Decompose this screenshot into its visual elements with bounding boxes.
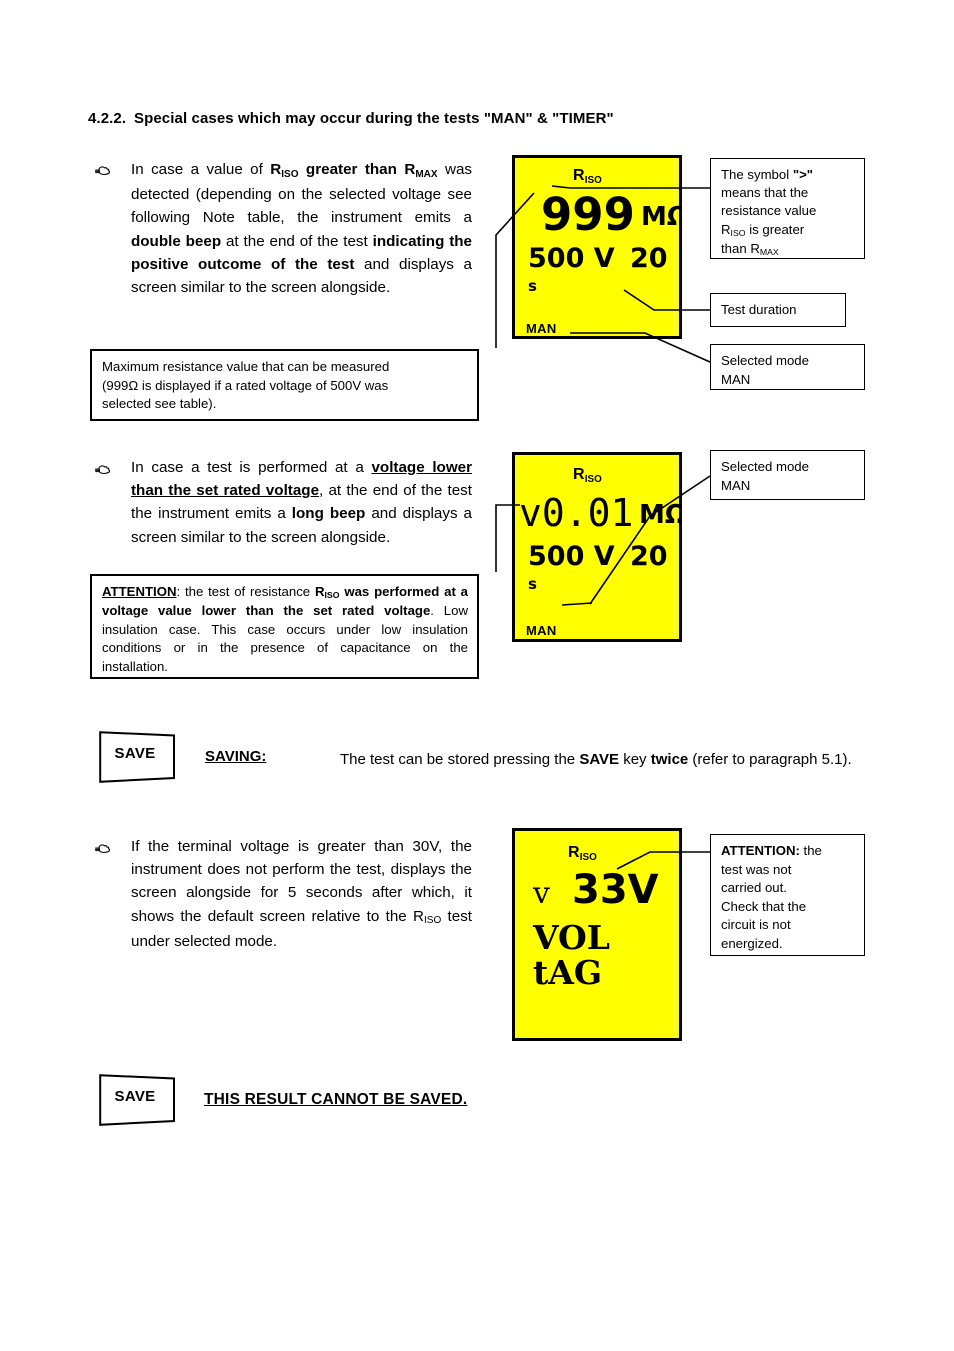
lcd2-prefix-and-value: v0.01 <box>519 491 633 535</box>
lcd2-duration-unit: s <box>528 575 537 593</box>
callout-symbol-line4: RISO is greater <box>721 221 805 239</box>
lcd2-value: 0.01 <box>541 491 634 535</box>
lcd-right-edge-1 <box>673 158 676 336</box>
item1-p4-bold: double beep <box>131 232 222 250</box>
lcd3-line2: VOL <box>533 918 610 957</box>
attention-box-low-voltage: ATTENTION: the test of resistance RISO w… <box>90 574 479 679</box>
saving-description: The test can be stored pressing the SAVE… <box>340 748 868 771</box>
item3-paragraph: If the terminal voltage is greater than … <box>131 835 472 953</box>
lcd1-mode: MAN <box>526 321 557 336</box>
callout-mode1-line2: MAN <box>721 371 751 387</box>
save-key-badge-1[interactable]: SAVE <box>99 731 183 783</box>
note-line-2: (999Ω is displayed if a rated voltage of… <box>102 377 389 393</box>
callout-attention-line1: ATTENTION: the <box>721 843 822 858</box>
item1-rmax-sub: MAX <box>415 168 438 180</box>
lcd3-riso-label: RISO <box>568 844 597 863</box>
pointing-hand-icon-3 <box>93 841 113 857</box>
save-key-label-2: SAVE <box>114 1088 156 1105</box>
lcd-right-edge-3 <box>673 831 676 1038</box>
callout-mode2-line1: Selected mode <box>721 459 809 474</box>
item3-riso-sub: ISO <box>423 915 442 927</box>
lcd1-unit: MΩ <box>641 202 679 232</box>
lcd-display-voltage: RISO v 33V VOL tAG <box>512 828 682 1041</box>
item1-p2: greater than <box>298 161 405 178</box>
callout-symbol-line5: than RMAX <box>721 240 779 258</box>
callout-test-duration: Test duration <box>710 293 846 327</box>
callout-selected-mode-1: Selected mode MAN <box>710 344 865 390</box>
attention-label-1: ATTENTION <box>102 584 177 599</box>
save-key-badge-2[interactable]: SAVE <box>99 1074 183 1126</box>
callout-attention-line2: test was not <box>721 861 792 877</box>
saving-text-p1: The test can be stored pressing the <box>340 751 580 768</box>
saving-text-p3: (refer to paragraph 5.1). <box>688 751 852 768</box>
lcd-display-001: RISO v0.01 MΩ 500 V 20 s MAN <box>512 452 682 642</box>
saving-text-twice: twice <box>650 751 689 768</box>
cannot-be-saved-text: THIS RESULT CANNOT BE SAVED. <box>204 1091 468 1108</box>
pointing-hand-icon-1 <box>93 163 113 179</box>
lcd1-duration-unit: s <box>528 277 537 295</box>
lcd2-riso-label: RISO <box>573 466 602 485</box>
lcd3-prefix-symbol: v <box>533 876 550 911</box>
lcd3-value: 33V <box>572 867 659 913</box>
lcd1-value: 999 <box>541 188 635 241</box>
item2-p4-bold: long beep <box>291 505 366 523</box>
item1-p5: at the end of the test <box>221 232 373 250</box>
item2-paragraph: In case a test is performed at a voltage… <box>131 456 472 549</box>
item3-riso: R <box>413 907 424 925</box>
callout-attention-line4: Check that the <box>721 898 807 914</box>
item1-riso: R <box>270 161 282 178</box>
callout-attention-not-carried-out: ATTENTION: the test was not carried out.… <box>710 834 865 956</box>
document-page: 4.2.2. Special cases which may occur duri… <box>0 0 954 1351</box>
lcd-right-edge-2 <box>673 455 676 639</box>
lcd2-unit: MΩ <box>639 500 679 530</box>
callout-symbol-line3: resistance value <box>721 203 817 219</box>
callout-selected-mode-2: Selected mode MAN <box>710 450 865 500</box>
lcd2-voltage: 500 V <box>528 541 615 572</box>
pointing-hand-icon-2 <box>93 462 113 478</box>
lcd3-line3: tAG <box>533 953 603 992</box>
saving-text-save: SAVE <box>579 751 620 768</box>
item1-rmax: R <box>404 161 416 178</box>
note-line-1: Maximum resistance value that can be mea… <box>102 359 390 374</box>
callout-symbol-line2: means that the <box>721 185 809 201</box>
lcd2-duration: 20 <box>630 541 668 572</box>
callout-test-duration-text: Test duration <box>721 302 797 317</box>
saving-text-p2: key <box>619 751 651 768</box>
note-line-3: selected see table). <box>102 396 217 412</box>
max-resistance-note-box: Maximum resistance value that can be mea… <box>90 349 479 421</box>
section-number: 4.2.2. <box>88 110 127 127</box>
attention1-p1: : the test of resistance <box>176 584 315 599</box>
callout-attention-line5: circuit is not <box>721 917 791 933</box>
callout-attention-line6: energized. <box>721 935 783 951</box>
item1-riso-sub: ISO <box>281 168 299 180</box>
item1-p1: In case a value of <box>131 161 271 178</box>
section-heading: 4.2.2. Special cases which may occur duri… <box>88 110 878 127</box>
callout-attention-line3: carried out. <box>721 880 787 896</box>
lcd1-voltage: 500 V <box>528 243 615 274</box>
callout-symbol-line1: The symbol ">" <box>721 167 814 182</box>
section-title-text: Special cases which may occur during the… <box>134 110 614 127</box>
lcd2-prefix-symbol: v <box>519 491 542 535</box>
callout-symbol-greater-than: The symbol ">" means that the resistance… <box>710 158 865 259</box>
lcd-display-999: RISO 999 MΩ 500 V 20 s MAN <box>512 155 682 339</box>
item1-paragraph: In case a value of RISO greater than RMA… <box>131 158 472 299</box>
lcd1-riso-label: RISO <box>573 167 602 186</box>
saving-label: SAVING: <box>205 748 267 765</box>
save-key-label-1: SAVE <box>114 745 156 762</box>
callout-mode1-line1: Selected mode <box>721 353 809 368</box>
lcd1-duration: 20 <box>630 243 668 274</box>
item2-p1: In case a test is performed at a <box>131 459 372 476</box>
callout-mode2-line2: MAN <box>721 477 751 493</box>
lcd2-mode: MAN <box>526 623 557 638</box>
